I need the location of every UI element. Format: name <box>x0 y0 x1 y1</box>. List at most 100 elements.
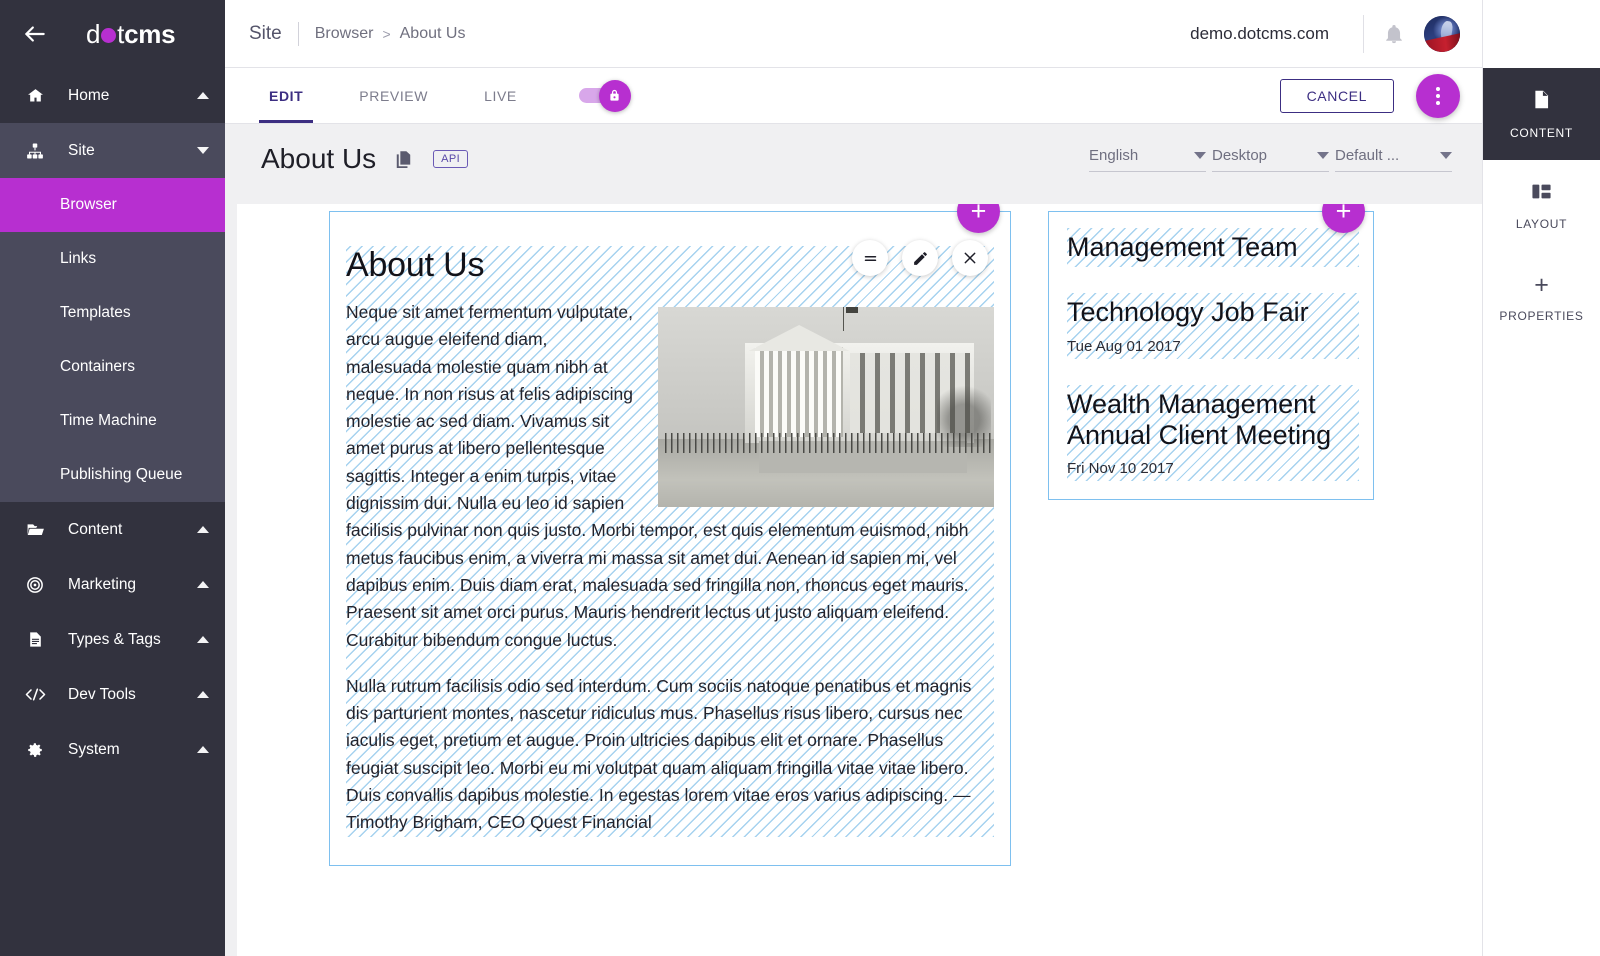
sidebar-item-links[interactable]: Links <box>0 232 225 286</box>
chevron-down-icon <box>197 147 209 154</box>
sidebar-group-content-label: Content <box>68 520 123 538</box>
persona-select[interactable]: Default ... <box>1335 147 1452 172</box>
side-block-title: Wealth Management Annual Client Meeting <box>1067 388 1332 450</box>
close-icon[interactable] <box>952 240 988 276</box>
sidebar-item-publishing-queue[interactable]: Publishing Queue <box>0 448 225 502</box>
sidebar-group-content[interactable]: Content <box>0 502 225 557</box>
more-vertical-icon[interactable] <box>1416 73 1460 118</box>
breadcrumb-browser[interactable]: Browser <box>315 25 374 43</box>
editor-actions: CANCEL <box>1279 68 1482 123</box>
home-icon <box>24 87 46 104</box>
page-canvas: + About Us Neque sit amet fermentum vulp… <box>237 204 1482 956</box>
logo-part-1: d <box>86 18 101 49</box>
chevron-up-icon <box>197 636 209 643</box>
dotcms-logo[interactable]: d t cms <box>86 18 176 50</box>
sidebar-group-marketing-label: Marketing <box>68 575 137 593</box>
code-icon <box>24 686 46 703</box>
sidebar-item-templates-label: Templates <box>60 304 131 321</box>
main-sidebar: d t cms Home Site Browser Links Templates <box>0 0 225 956</box>
rail-item-content[interactable]: CONTENT <box>1483 68 1600 160</box>
sidebar-group-types-tags[interactable]: Types & Tags <box>0 612 225 667</box>
side-block-technology-job-fair[interactable]: Technology Job Fair Tue Aug 01 2017 <box>1067 293 1359 359</box>
rail-item-layout[interactable]: LAYOUT <box>1483 160 1600 252</box>
breadcrumb-current: About Us <box>399 24 466 42</box>
tab-edit[interactable]: EDIT <box>241 68 331 123</box>
document-icon <box>24 631 46 648</box>
historic-government-building-photo <box>658 307 994 507</box>
sidebar-item-containers[interactable]: Containers <box>0 340 225 394</box>
language-select[interactable]: English <box>1089 147 1206 172</box>
logo-part-3: cms <box>124 18 176 49</box>
lock-toggle[interactable] <box>578 68 631 123</box>
avatar[interactable] <box>1424 15 1460 52</box>
tab-preview[interactable]: PREVIEW <box>331 68 456 123</box>
chevron-down-icon <box>1317 151 1329 159</box>
sidebar-group-home[interactable]: Home <box>0 68 225 123</box>
add-content-button[interactable]: + <box>957 204 1000 233</box>
copy-icon[interactable] <box>376 150 413 169</box>
sidebar-group-dev-tools[interactable]: Dev Tools <box>0 667 225 722</box>
sidebar-group-marketing[interactable]: Marketing <box>0 557 225 612</box>
sidebar-group-site-label: Site <box>68 141 95 159</box>
chevron-down-icon <box>1440 151 1452 159</box>
document-icon <box>1531 89 1552 115</box>
content-block-about-us[interactable]: About Us Neque sit amet fermentum vulput… <box>346 246 994 837</box>
device-select-value: Desktop <box>1212 146 1268 164</box>
sidebar-item-browser[interactable]: Browser <box>0 178 225 232</box>
main-column: Site Browser > About Us demo.dotcms.com … <box>225 0 1482 956</box>
sidebar-item-links-label: Links <box>60 250 97 267</box>
container-side[interactable]: + Management Team Technology Job Fair Tu… <box>1048 204 1374 501</box>
sidebar-group-home-label: Home <box>68 86 110 104</box>
gear-icon <box>24 741 46 759</box>
side-block-date: Fri Nov 10 2017 <box>1067 460 1174 478</box>
sidebar-item-time-machine[interactable]: Time Machine <box>0 394 225 448</box>
api-badge[interactable]: API <box>433 150 469 168</box>
breadcrumb: Site Browser > About Us <box>249 21 466 46</box>
plus-icon: + <box>1534 271 1549 299</box>
canvas-wrapper: + About Us Neque sit amet fermentum vulp… <box>225 194 1482 956</box>
page-selectors: English Desktop Default ... <box>1089 147 1452 172</box>
target-icon <box>24 576 46 594</box>
chevron-up-icon <box>197 92 209 99</box>
rail-item-properties[interactable]: + PROPERTIES <box>1483 252 1600 344</box>
tab-live[interactable]: LIVE <box>456 68 545 123</box>
content-paragraph-2: Nulla rutrum facilisis odio sed interdum… <box>346 675 972 833</box>
sidebar-filler <box>0 777 225 956</box>
site-host-label: demo.dotcms.com <box>1190 23 1329 43</box>
chevron-down-icon <box>1194 151 1206 159</box>
tab-live-label: LIVE <box>484 87 517 104</box>
bell-icon[interactable] <box>1364 23 1424 45</box>
language-select-value: English <box>1089 146 1139 164</box>
tab-preview-label: PREVIEW <box>359 87 429 104</box>
page-row: + About Us Neque sit amet fermentum vulp… <box>237 204 1482 866</box>
sidebar-group-dev-tools-label: Dev Tools <box>68 685 136 703</box>
device-select[interactable]: Desktop <box>1212 147 1329 172</box>
breadcrumb-root[interactable]: Site <box>249 23 282 45</box>
tab-edit-label: EDIT <box>269 87 304 104</box>
side-block-title: Management Team <box>1067 232 1298 262</box>
sidebar-group-types-tags-label: Types & Tags <box>68 630 161 648</box>
page-header: About Us API English Desktop Default ... <box>225 124 1482 194</box>
side-block-wealth-management-meeting[interactable]: Wealth Management Annual Client Meeting … <box>1067 384 1359 482</box>
page-title: About Us <box>261 143 377 174</box>
sitemap-icon <box>24 142 46 160</box>
content-toolbar <box>852 240 988 276</box>
sidebar-item-browser-label: Browser <box>60 196 117 213</box>
lock-icon <box>598 79 631 112</box>
sidebar-item-templates[interactable]: Templates <box>0 286 225 340</box>
sidebar-item-time-machine-label: Time Machine <box>60 412 157 429</box>
drag-handle-icon[interactable] <box>852 240 888 276</box>
sidebar-group-site[interactable]: Site <box>0 123 225 178</box>
logo-dot-icon <box>101 27 117 43</box>
logo-part-2: t <box>117 18 125 49</box>
grid-layout-icon <box>1531 182 1552 206</box>
side-block-management-team[interactable]: Management Team <box>1067 228 1359 268</box>
back-arrow-icon[interactable] <box>22 21 48 47</box>
cancel-button[interactable]: CANCEL <box>1279 78 1394 113</box>
chevron-up-icon <box>197 526 209 533</box>
editor-tab-bar: EDIT PREVIEW LIVE CANCEL <box>225 68 1482 124</box>
container-main[interactable]: + About Us Neque sit amet fermentum vulp… <box>329 204 1011 866</box>
sidebar-group-system-label: System <box>68 740 120 758</box>
sidebar-group-system[interactable]: System <box>0 722 225 777</box>
pencil-icon[interactable] <box>902 240 938 276</box>
